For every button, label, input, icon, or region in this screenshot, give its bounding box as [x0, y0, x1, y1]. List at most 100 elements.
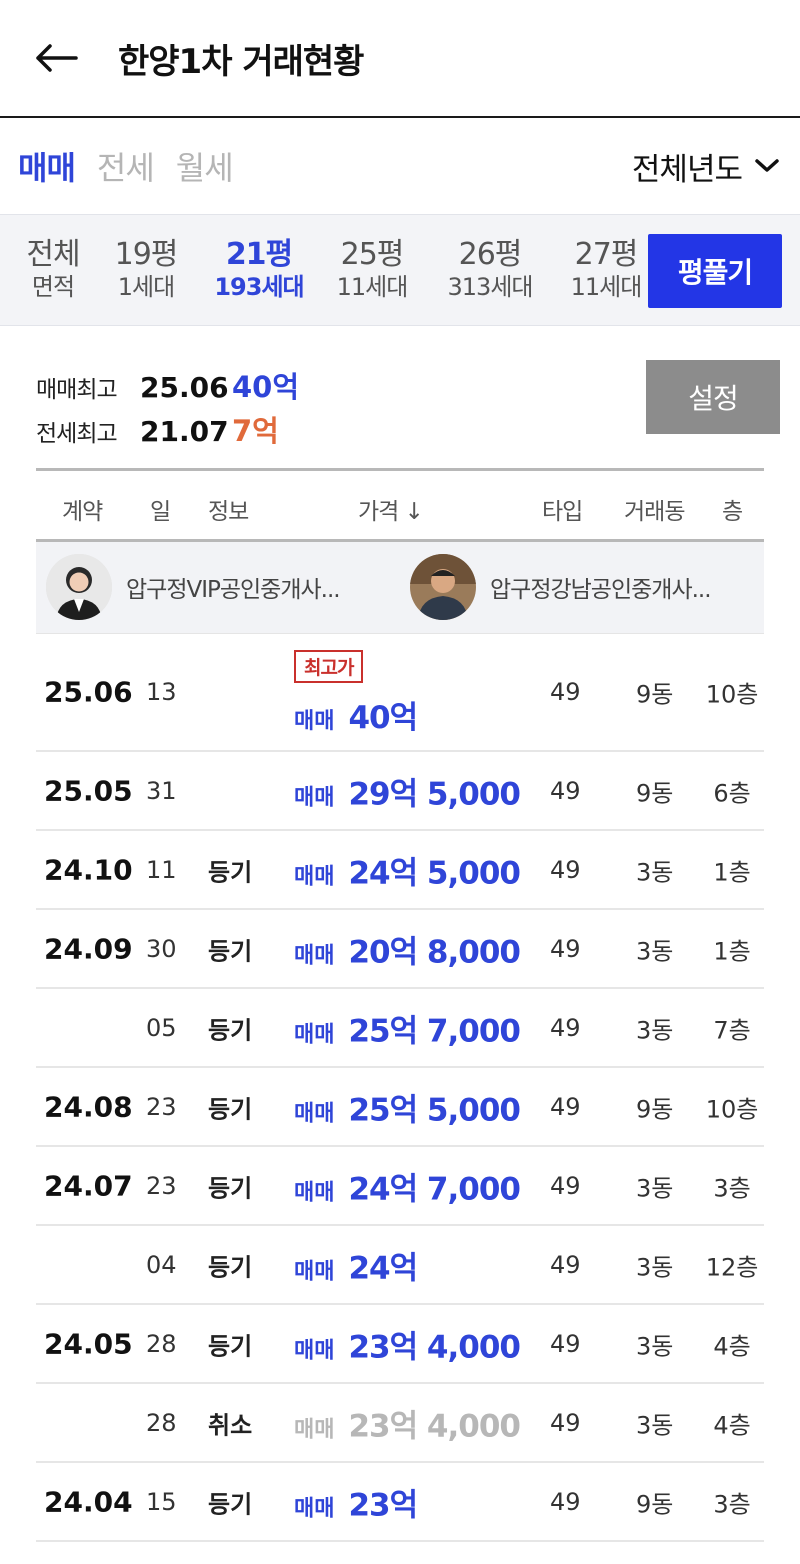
cell-dong: 3동	[636, 1332, 674, 1360]
cell-dong: 3동	[636, 937, 674, 965]
table-row[interactable]: 24.07 23 등기 매매 24억 7,000 49 3동 3층	[36, 1147, 764, 1226]
table-row[interactable]: 24.04 15 등기 매매 23억 49 9동 3층	[36, 1463, 764, 1542]
area-filter-bar: 전체 면적 19평 1세대 21평 193세대 25평 11세대 26평 313…	[0, 214, 800, 326]
cell-floor: 6층	[713, 779, 751, 807]
cell-info: 등기	[208, 1253, 253, 1281]
area-tab-27[interactable]: 27평 11세대	[554, 238, 658, 302]
deal-kind: 매매	[294, 1101, 335, 1126]
col-type[interactable]: 타입	[542, 492, 583, 526]
area-tab-sub: 면적	[31, 273, 75, 301]
area-tab-sub: 193세대	[214, 273, 304, 301]
settings-button[interactable]: 설정	[646, 360, 780, 434]
col-day[interactable]: 일	[150, 492, 171, 526]
deal-amount: 40억	[348, 700, 418, 736]
area-tab-19[interactable]: 19평 1세대	[92, 238, 200, 302]
chevron-down-icon	[755, 159, 779, 172]
cell-floor: 1층	[713, 937, 751, 965]
back-arrow-icon[interactable]	[34, 38, 82, 78]
cell-info: 등기	[208, 937, 253, 965]
cell-info: 등기	[208, 1174, 253, 1202]
table-row[interactable]: 24.08 23 등기 매매 25억 5,000 49 9동 10층	[36, 1068, 764, 1147]
cell-day: 05	[146, 1013, 177, 1042]
sale-max-date: 25.06	[140, 371, 229, 404]
table-row[interactable]: 04 등기 매매 24억 49 3동 12층	[36, 1226, 764, 1305]
deal-kind: 매매	[294, 1022, 335, 1047]
cell-type: 49	[550, 1329, 581, 1358]
tab-monthly[interactable]: 월세	[176, 143, 234, 189]
cell-day: 15	[146, 1487, 177, 1516]
jeonse-max-line: 전세최고 21.07 7억	[36, 408, 279, 450]
cell-info: 취소	[208, 1411, 253, 1439]
cell-month: 24.10	[44, 853, 133, 886]
agent-card[interactable]: 압구정강남공인중개사...	[410, 554, 712, 620]
table-row[interactable]: 05 등기 매매 25억 7,000 49 3동 7층	[36, 989, 764, 1068]
cell-floor: 10층	[705, 1095, 759, 1123]
cell-dong: 3동	[636, 1411, 674, 1439]
cell-dong: 9동	[636, 680, 674, 709]
cell-dong: 9동	[636, 1095, 674, 1123]
area-tab-label: 26평	[458, 237, 523, 272]
col-info[interactable]: 정보	[208, 492, 249, 526]
cell-price: 매매 24억 5,000	[294, 847, 521, 892]
deal-kind: 매매	[294, 864, 335, 889]
cell-dong: 3동	[636, 1016, 674, 1044]
cell-day: 28	[146, 1329, 177, 1358]
cell-dong: 3동	[636, 1253, 674, 1281]
table-row[interactable]: 25.05 31 매매 29억 5,000 49 9동 6층	[36, 752, 764, 831]
agent-name: 압구정VIP공인중개사...	[126, 577, 341, 603]
deal-amount: 25억 7,000	[348, 1013, 521, 1049]
cell-type: 49	[550, 1171, 581, 1200]
table-header: 계약 일 정보 가격 ↓ 타입 거래동 층	[36, 468, 764, 542]
cell-month: 25.06	[44, 675, 133, 709]
deal-kind: 매매	[294, 1180, 335, 1205]
cell-day: 04	[146, 1250, 177, 1279]
sale-max-label: 매매최고	[36, 377, 118, 403]
area-tab-26[interactable]: 26평 313세대	[426, 238, 554, 302]
cell-price: 매매 40억	[294, 692, 418, 737]
table-row[interactable]: 25.06 13 최고가 매매 40억 49 9동 10층	[36, 634, 764, 752]
deal-kind: 매매	[294, 1496, 335, 1521]
tab-sale[interactable]: 매매	[18, 143, 76, 189]
price-summary: 매매최고 25.06 40억 전세최고 21.07 7억 설정	[0, 326, 800, 468]
cell-day: 11	[146, 855, 177, 884]
jeonse-max-label: 전세최고	[36, 421, 118, 447]
cell-dong: 3동	[636, 858, 674, 886]
col-contract[interactable]: 계약	[62, 492, 103, 526]
area-tab-sub: 313세대	[447, 273, 534, 301]
deal-kind: 매매	[294, 1259, 335, 1284]
col-dong[interactable]: 거래동	[624, 492, 685, 526]
cell-dong: 9동	[636, 779, 674, 807]
cell-month: 24.05	[44, 1327, 133, 1360]
jeonse-max-date: 21.07	[140, 415, 229, 448]
year-dropdown[interactable]: 전체년도	[632, 144, 780, 189]
area-tab-label: 21평	[225, 237, 293, 272]
area-tab-label: 전체	[26, 237, 80, 272]
table-row[interactable]: 24.09 30 등기 매매 20억 8,000 49 3동 1층	[36, 910, 764, 989]
area-tab-sub: 1세대	[117, 273, 175, 301]
deal-kind: 매매	[294, 785, 335, 810]
agent-card[interactable]: 압구정VIP공인중개사...	[46, 554, 341, 620]
cell-info: 등기	[208, 858, 253, 886]
col-price-sort[interactable]: 가격 ↓	[358, 492, 424, 526]
cell-day: 31	[146, 776, 177, 805]
area-tab-label: 25평	[340, 237, 405, 272]
area-tab-all[interactable]: 전체 면적	[14, 238, 92, 302]
pyung-expand-button[interactable]: 평풀기	[648, 234, 782, 308]
table-row[interactable]: 24.10 11 등기 매매 24억 5,000 49 3동 1층	[36, 831, 764, 910]
cell-price: 매매 23억 4,000	[294, 1400, 521, 1445]
cell-type: 49	[550, 1250, 581, 1279]
area-tab-sub: 11세대	[336, 273, 409, 301]
cell-type: 49	[550, 1092, 581, 1121]
area-tab-21[interactable]: 21평 193세대	[200, 238, 318, 302]
cell-floor: 4층	[713, 1411, 751, 1439]
highest-price-badge: 최고가	[294, 650, 364, 683]
cell-floor: 3층	[713, 1174, 751, 1202]
cell-floor: 3층	[713, 1490, 751, 1518]
area-tab-25[interactable]: 25평 11세대	[318, 238, 426, 302]
tab-jeonse[interactable]: 전세	[97, 143, 155, 189]
cell-month: 24.08	[44, 1090, 133, 1123]
col-floor[interactable]: 층	[722, 492, 743, 526]
table-row[interactable]: 24.05 28 등기 매매 23억 4,000 49 3동 4층	[36, 1305, 764, 1384]
cell-price: 매매 25억 5,000	[294, 1084, 521, 1129]
table-row-cancelled[interactable]: 28 취소 매매 23억 4,000 49 3동 4층	[36, 1384, 764, 1463]
